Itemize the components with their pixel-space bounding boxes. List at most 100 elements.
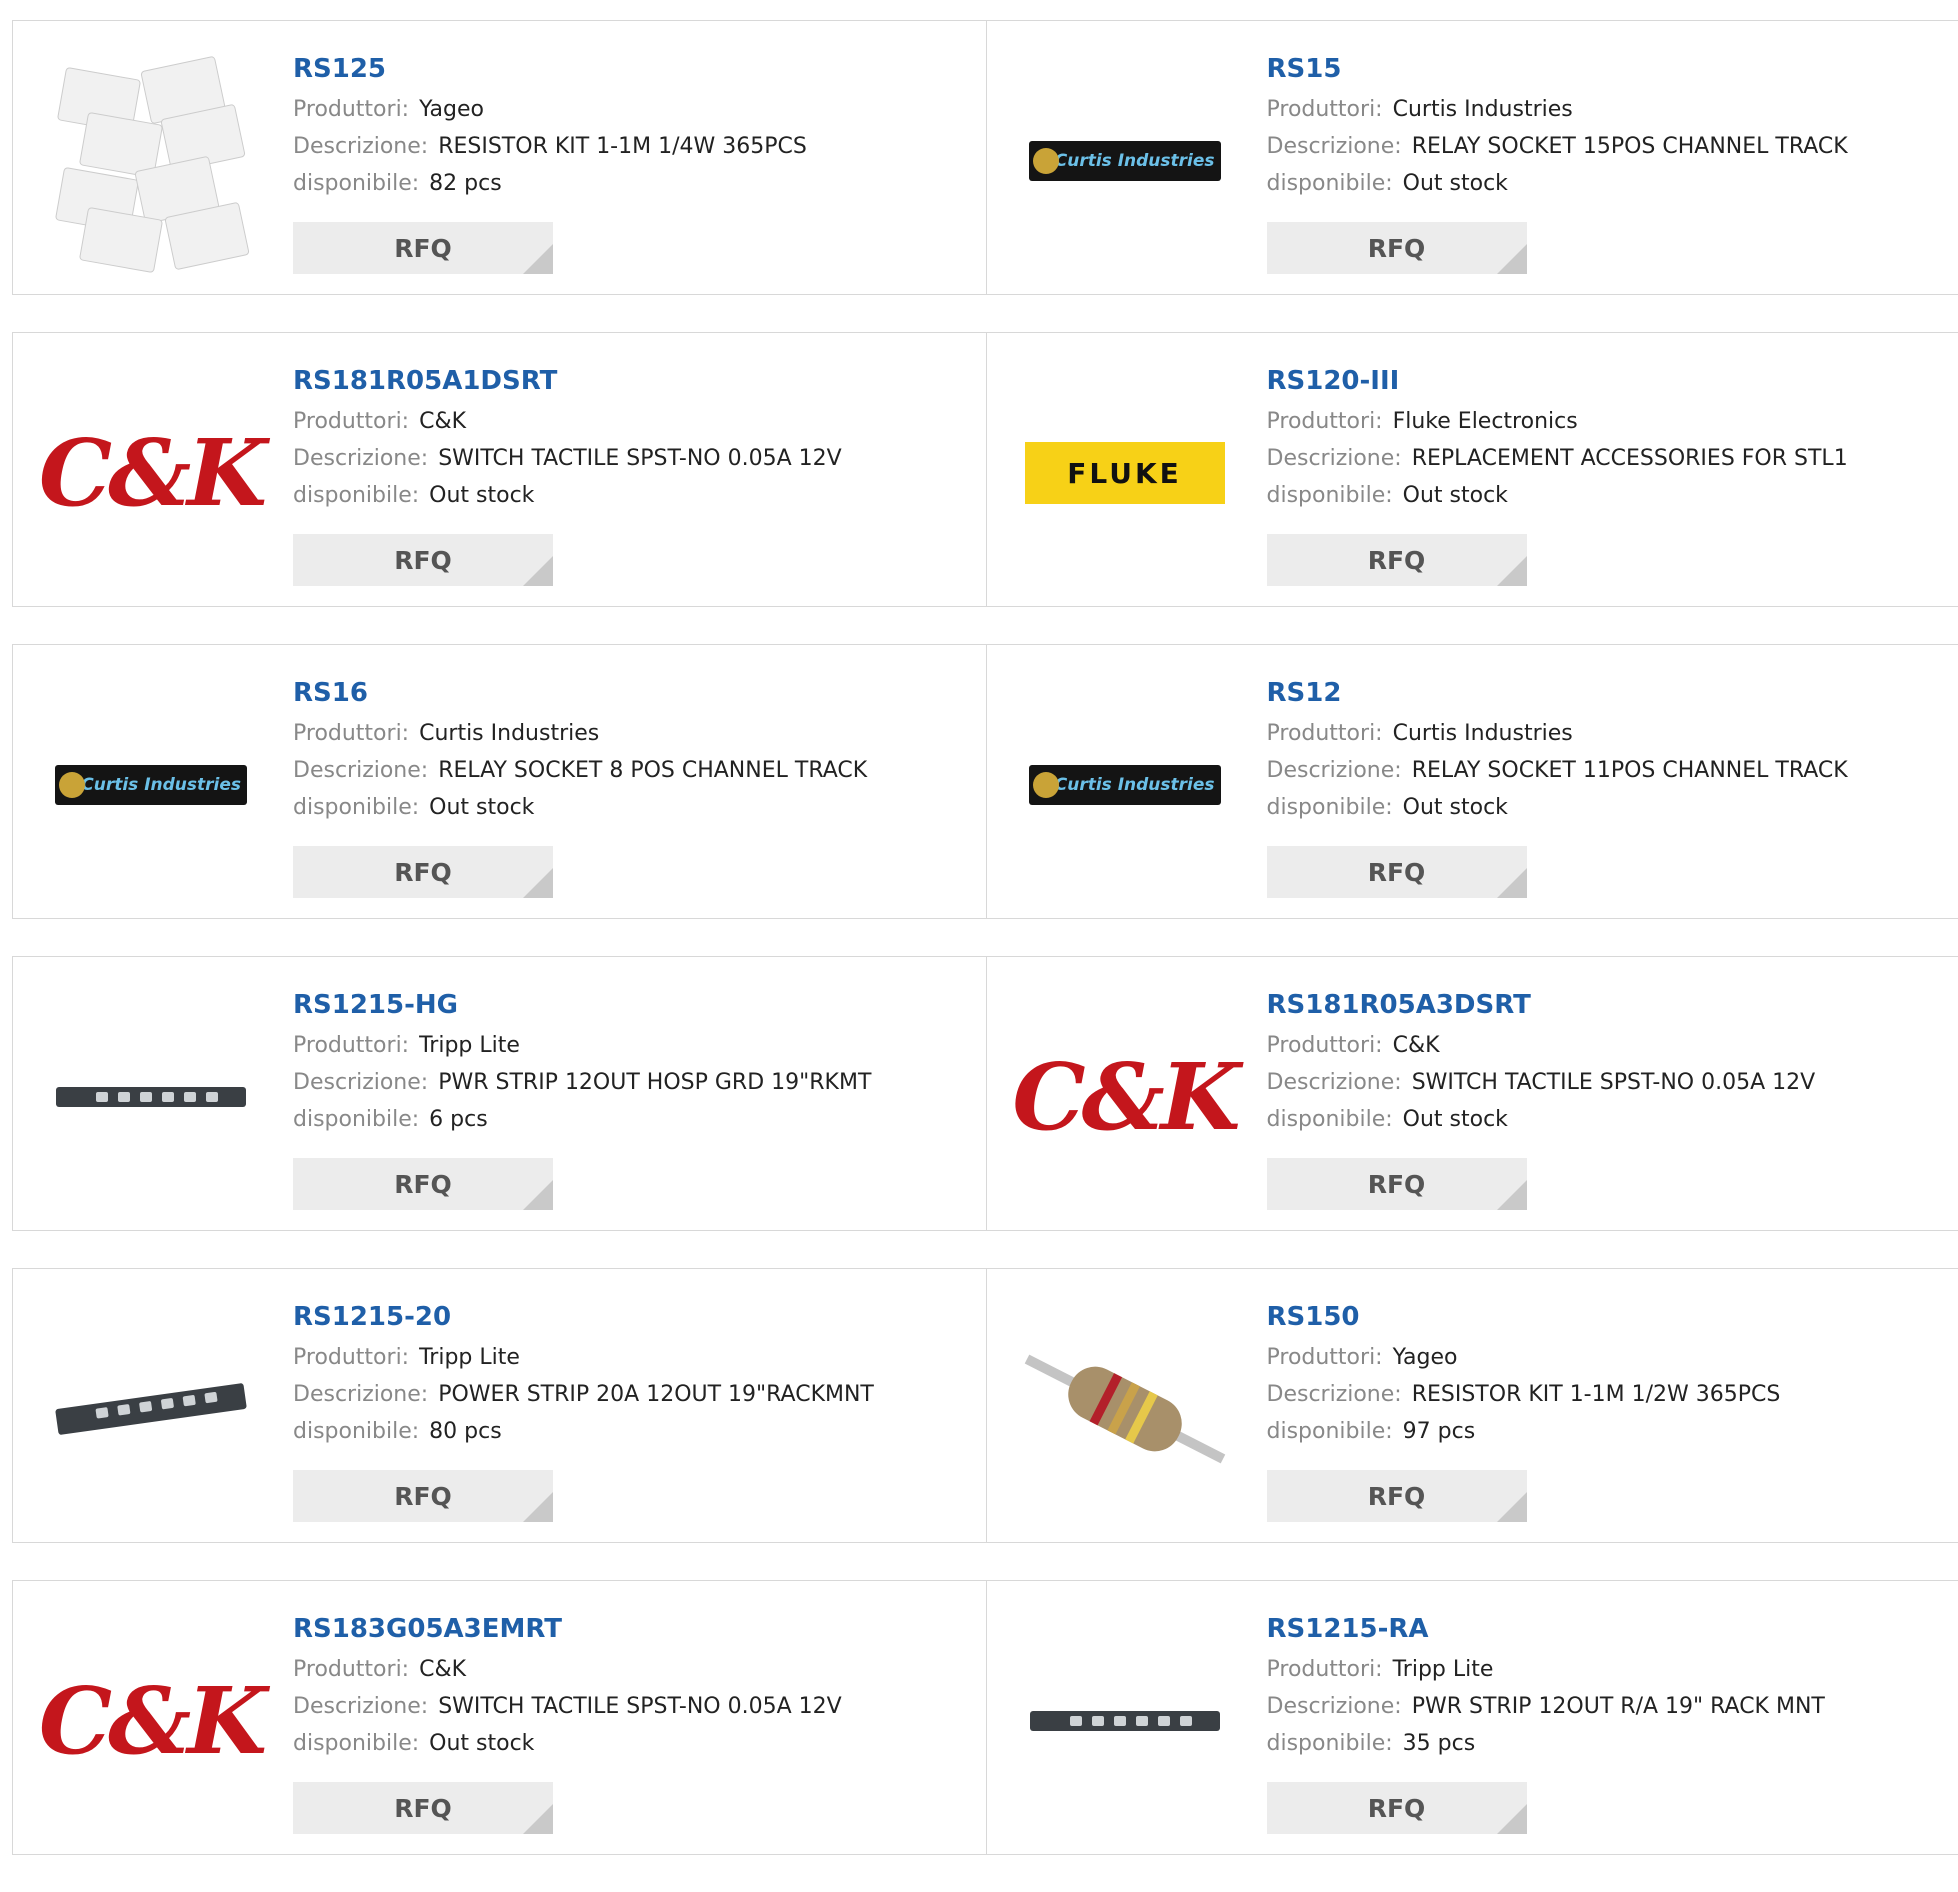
product-image[interactable]: FLUKE xyxy=(1025,373,1225,573)
product-info: RS15Produttori:Curtis IndustriesDescrizi… xyxy=(1267,51,1848,202)
product-image[interactable] xyxy=(51,997,251,1197)
description-line: Descrizione:RESISTOR KIT 1-1M 1/2W 365PC… xyxy=(1267,1376,1781,1413)
corner-triangle-icon xyxy=(523,1492,553,1522)
rfq-button[interactable]: RFQ xyxy=(1267,1782,1527,1834)
description-value: PWR STRIP 12OUT HOSP GRD 19"RKMT xyxy=(438,1070,871,1095)
availability-label: disponibile: xyxy=(293,483,419,508)
part-number-link[interactable]: RS1215-RA xyxy=(1267,1611,1825,1651)
description-value: POWER STRIP 20A 12OUT 19"RACKMNT xyxy=(438,1382,874,1407)
rfq-button[interactable]: RFQ xyxy=(293,534,553,586)
rfq-button[interactable]: RFQ xyxy=(1267,222,1527,274)
rfq-button[interactable]: RFQ xyxy=(1267,534,1527,586)
manufacturer-line: Produttori:Fluke Electronics xyxy=(1267,403,1848,440)
description-value: SWITCH TACTILE SPST-NO 0.05A 12V xyxy=(438,1694,841,1719)
rfq-button[interactable]: RFQ xyxy=(1267,1158,1527,1210)
manufacturer-label: Produttori: xyxy=(1267,1033,1383,1058)
part-number-link[interactable]: RS1215-HG xyxy=(293,987,871,1027)
rfq-label: RFQ xyxy=(394,1482,452,1511)
outlet-icon xyxy=(1136,1716,1148,1726)
description-value: RESISTOR KIT 1-1M 1/2W 365PCS xyxy=(1412,1382,1781,1407)
outlet-icon xyxy=(1158,1716,1170,1726)
part-number-link[interactable]: RS15 xyxy=(1267,51,1848,91)
product-image[interactable]: C&K xyxy=(51,1621,251,1821)
manufacturer-value: C&K xyxy=(419,409,466,434)
product-info: RS120-IIIProduttori:Fluke Electronics Des… xyxy=(1267,363,1848,514)
manufacturer-line: Produttori:C&K xyxy=(293,1651,842,1688)
availability-value: 97 pcs xyxy=(1403,1419,1476,1444)
description-value: RELAY SOCKET 15POS CHANNEL TRACK xyxy=(1412,134,1848,159)
description-value: SWITCH TACTILE SPST-NO 0.05A 12V xyxy=(1412,1070,1815,1095)
availability-line: disponibile:82 pcs xyxy=(293,165,807,202)
description-line: Descrizione: RELAY SOCKET 11POS CHANNEL T… xyxy=(1267,752,1848,789)
outlet-icon xyxy=(117,1404,130,1416)
manufacturer-value: Curtis Industries xyxy=(1393,97,1573,122)
description-line: Descrizione:POWER STRIP 20A 12OUT 19"RAC… xyxy=(293,1376,874,1413)
part-number-link[interactable]: RS150 xyxy=(1267,1299,1781,1339)
product-row: C&KRS183G05A3EMRTProduttori:C&KDescrizio… xyxy=(12,1580,1958,1855)
part-number-link[interactable]: RS1215-20 xyxy=(293,1299,874,1339)
corner-triangle-icon xyxy=(523,556,553,586)
power-strip-image xyxy=(56,1087,246,1107)
availability-label: disponibile: xyxy=(1267,1731,1393,1756)
rfq-label: RFQ xyxy=(1368,858,1426,887)
product-row: Curtis IndustriesRS16Produttori:Curtis I… xyxy=(12,644,1958,919)
availability-line: disponibile:97 pcs xyxy=(1267,1413,1781,1450)
product-card: Curtis Industries RS12Produttori:Curtis I… xyxy=(986,645,1958,918)
product-image[interactable] xyxy=(1025,1621,1225,1821)
rfq-button[interactable]: RFQ xyxy=(1267,846,1527,898)
description-line: Descrizione:SWITCH TACTILE SPST-NO 0.05A… xyxy=(1267,1064,1816,1101)
manufacturer-line: Produttori:Curtis Industries xyxy=(1267,715,1848,752)
rfq-button[interactable]: RFQ xyxy=(293,1158,553,1210)
part-number-link[interactable]: RS125 xyxy=(293,51,807,91)
product-image[interactable]: Curtis Industries xyxy=(1025,685,1225,885)
product-card: FLUKE RS120-IIIProduttori:Fluke Electroni… xyxy=(986,333,1958,606)
logo-text: Curtis Industries xyxy=(81,775,241,795)
part-number-link[interactable]: RS120-III xyxy=(1267,363,1848,403)
availability-label: disponibile: xyxy=(293,1731,419,1756)
rfq-label: RFQ xyxy=(394,234,452,263)
availability-value: 82 pcs xyxy=(429,171,502,196)
product-image[interactable] xyxy=(1025,1309,1225,1509)
manufacturer-line: Produttori:C&K xyxy=(293,403,842,440)
resistor-image xyxy=(1025,1309,1225,1509)
outlet-icon xyxy=(140,1092,152,1102)
manufacturer-value: C&K xyxy=(419,1657,466,1682)
availability-label: disponibile: xyxy=(293,1419,419,1444)
manufacturer-value: Curtis Industries xyxy=(419,721,599,746)
description-value: RELAY SOCKET 11POS CHANNEL TRACK xyxy=(1412,758,1848,783)
product-image[interactable]: Curtis Industries xyxy=(1025,61,1225,261)
availability-line: disponibile:Out stock xyxy=(1267,789,1848,826)
description-label: Descrizione: xyxy=(1267,758,1402,783)
part-number-link[interactable]: RS16 xyxy=(293,675,867,715)
part-number-link[interactable]: RS183G05A3EMRT xyxy=(293,1611,842,1651)
rfq-label: RFQ xyxy=(394,546,452,575)
product-image[interactable] xyxy=(51,61,251,261)
rfq-label: RFQ xyxy=(1368,1170,1426,1199)
description-label: Descrizione: xyxy=(1267,446,1402,471)
rfq-button[interactable]: RFQ xyxy=(1267,1470,1527,1522)
product-image[interactable]: C&K xyxy=(1025,997,1225,1197)
rfq-label: RFQ xyxy=(1368,546,1426,575)
product-info: RS181R05A1DSRTProduttori:C&KDescrizione:… xyxy=(293,363,842,514)
product-image[interactable] xyxy=(51,1309,251,1509)
manufacturer-line: Produttori:Curtis Industries xyxy=(293,715,867,752)
power-strip-image xyxy=(1030,1711,1220,1731)
product-info: RS1215-RAProduttori:Tripp LiteDescrizion… xyxy=(1267,1611,1825,1762)
manufacturer-value: Yageo xyxy=(419,97,484,122)
corner-triangle-icon xyxy=(1497,1804,1527,1834)
rfq-label: RFQ xyxy=(394,1170,452,1199)
manufacturer-line: Produttori:Tripp Lite xyxy=(293,1027,871,1064)
rfq-button[interactable]: RFQ xyxy=(293,222,553,274)
ck-logo: C&K xyxy=(39,427,263,519)
part-number-link[interactable]: RS12 xyxy=(1267,675,1848,715)
rfq-button[interactable]: RFQ xyxy=(293,1782,553,1834)
part-number-link[interactable]: RS181R05A1DSRT xyxy=(293,363,842,403)
product-image[interactable]: C&K xyxy=(51,373,251,573)
product-info: RS1215-HGProduttori:Tripp LiteDescrizion… xyxy=(293,987,871,1138)
rfq-button[interactable]: RFQ xyxy=(293,846,553,898)
availability-value: Out stock xyxy=(1403,483,1508,508)
product-image[interactable]: Curtis Industries xyxy=(51,685,251,885)
description-label: Descrizione: xyxy=(293,134,428,159)
rfq-button[interactable]: RFQ xyxy=(293,1470,553,1522)
part-number-link[interactable]: RS181R05A3DSRT xyxy=(1267,987,1816,1027)
